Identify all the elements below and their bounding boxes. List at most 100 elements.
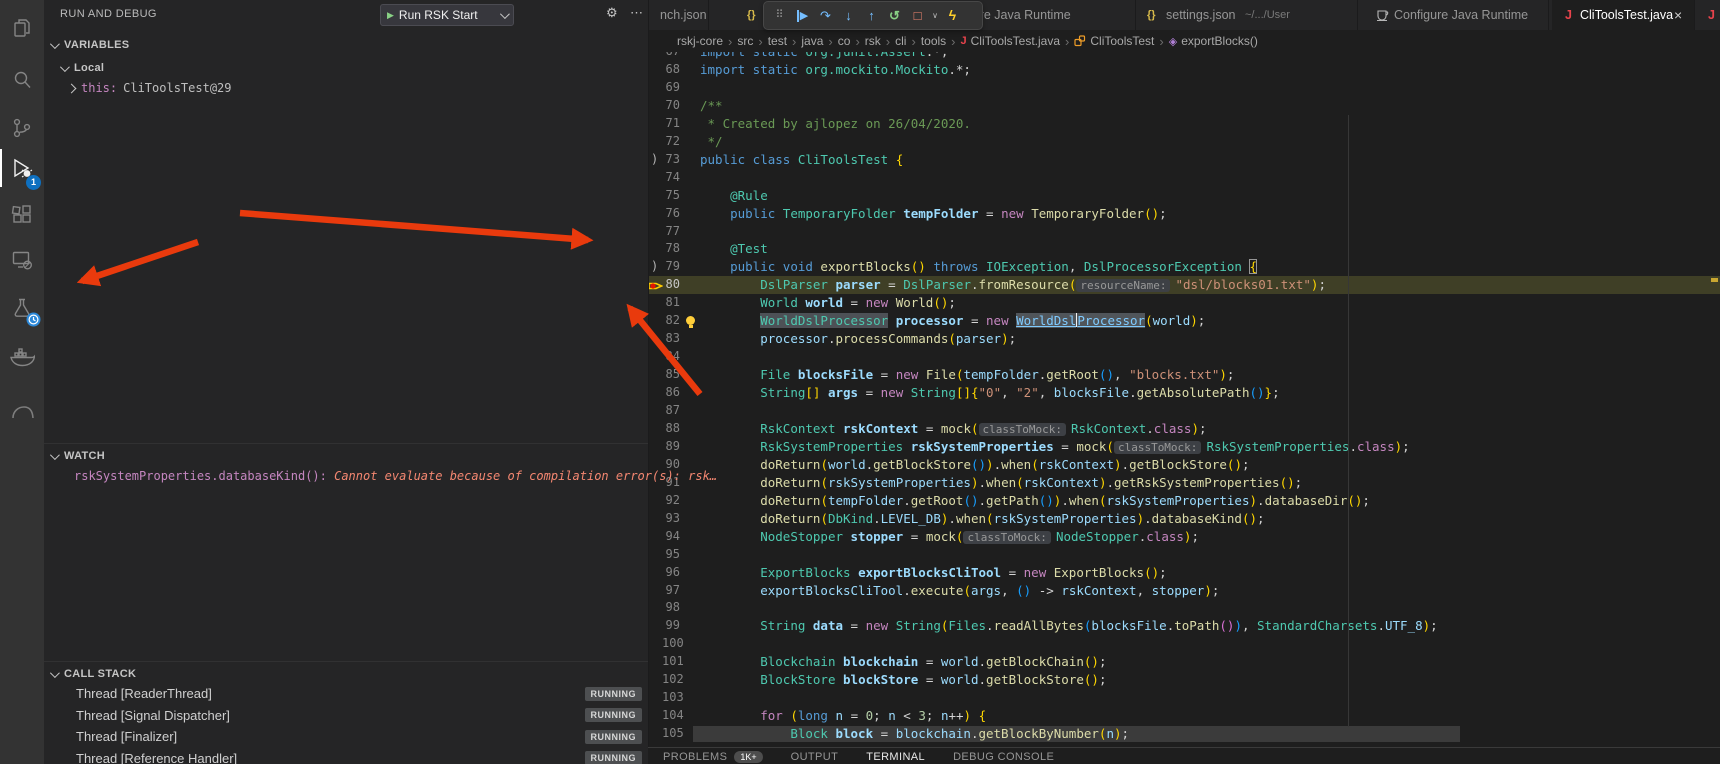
tab-launch-json[interactable]: nch.json	[660, 0, 707, 30]
code-line-84[interactable]: 84	[648, 348, 1720, 366]
restart-button[interactable]: ↺	[884, 3, 905, 28]
code-line-83[interactable]: 83 processor.processCommands(parser);	[648, 330, 1720, 348]
search-icon[interactable]	[0, 56, 44, 104]
line-number[interactable]: 72	[662, 133, 680, 151]
code-line-105[interactable]: 105 Block block = blockchain.getBlockByN…	[648, 725, 1720, 743]
step-out-button[interactable]: ↑	[861, 3, 882, 28]
breadcrumb-item[interactable]: JCliToolsTest.java	[961, 34, 1061, 48]
line-number[interactable]: 98	[662, 599, 680, 617]
code-line-75[interactable]: 75 @Rule	[648, 187, 1720, 205]
continue-button[interactable]: ▶	[792, 2, 813, 29]
code-line-73[interactable]: )73public class CliToolsTest {	[648, 151, 1720, 169]
hot-code-replace-icon[interactable]: ϟ	[942, 3, 963, 28]
code-line-87[interactable]: 87	[648, 402, 1720, 420]
code-line-100[interactable]: 100	[648, 635, 1720, 653]
line-number[interactable]: 96	[662, 564, 680, 582]
json-icon[interactable]: {}	[1147, 0, 1156, 30]
tab-configure-java-runtime[interactable]: Configure Java Runtime	[1394, 0, 1528, 30]
line-number[interactable]: 89	[662, 438, 680, 456]
launch-config-dropdown[interactable]: ▶ Run RSK Start	[380, 4, 514, 26]
tab-clitoolstest-java[interactable]: CliToolsTest.java	[1580, 0, 1673, 30]
line-number[interactable]: 79	[662, 258, 680, 276]
variable-this-row[interactable]: this: CliToolsTest@29	[68, 81, 232, 95]
line-number[interactable]: 76	[662, 205, 680, 223]
line-number[interactable]: 94	[662, 528, 680, 546]
code-line-72[interactable]: 72 */	[648, 133, 1720, 151]
lightbulb-icon[interactable]	[686, 316, 695, 325]
line-number[interactable]: 71	[662, 115, 680, 133]
breadcrumb-item[interactable]: CliToolsTest	[1074, 34, 1154, 48]
line-number[interactable]: 74	[662, 169, 680, 187]
line-number[interactable]: 105	[662, 725, 680, 743]
step-into-button[interactable]: ↓	[838, 3, 859, 28]
code-line-69[interactable]: 69	[648, 79, 1720, 97]
code-line-96[interactable]: 96 ExportBlocks exportBlocksCliTool = ne…	[648, 564, 1720, 582]
variables-scope-local[interactable]: Local	[44, 59, 648, 77]
tab-settings-json[interactable]: settings.json	[1166, 0, 1235, 30]
breadcrumb-item[interactable]: src	[737, 34, 753, 48]
panel-tab-output[interactable]: OUTPUT	[791, 751, 839, 763]
gradle-icon[interactable]	[0, 382, 44, 430]
code-line-78[interactable]: 78 @Test	[648, 240, 1720, 258]
code-line-79[interactable]: )79 public void exportBlocks() throws IO…	[648, 258, 1720, 276]
call-stack-thread-row[interactable]: Thread [Reference Handler]RUNNING	[44, 748, 648, 764]
breadcrumb-item[interactable]: rsk	[865, 34, 881, 48]
line-number[interactable]: 99	[662, 617, 680, 635]
line-number[interactable]: 70	[662, 97, 680, 115]
fold-icon[interactable]: )	[651, 151, 658, 169]
extensions-icon[interactable]	[0, 191, 44, 239]
testing-flask-icon[interactable]	[0, 284, 44, 332]
line-number[interactable]: 88	[662, 420, 680, 438]
code-line-103[interactable]: 103	[648, 689, 1720, 707]
line-number[interactable]: 102	[662, 671, 680, 689]
line-number[interactable]: 100	[662, 635, 680, 653]
watch-section-header[interactable]: WATCH	[44, 447, 648, 465]
breadcrumb-item[interactable]: cli	[895, 34, 906, 48]
line-number[interactable]: 75	[662, 187, 680, 205]
line-number[interactable]: 85	[662, 366, 680, 384]
line-number[interactable]: 69	[662, 79, 680, 97]
code-line-89[interactable]: 89 RskSystemProperties rskSystemProperti…	[648, 438, 1720, 456]
breadcrumb-item[interactable]: co	[838, 34, 851, 48]
line-number[interactable]: 103	[662, 689, 680, 707]
line-number[interactable]: 93	[662, 510, 680, 528]
code-line-95[interactable]: 95	[648, 546, 1720, 564]
code-line-92[interactable]: 92 doReturn(tempFolder.getRoot().getPath…	[648, 492, 1720, 510]
code-line-71[interactable]: 71 * Created by ajlopez on 26/04/2020.	[648, 115, 1720, 133]
line-number[interactable]: 78	[662, 240, 680, 258]
code-line-77[interactable]: 77	[648, 223, 1720, 241]
code-line-101[interactable]: 101 Blockchain blockchain = world.getBlo…	[648, 653, 1720, 671]
docker-icon[interactable]	[0, 332, 44, 380]
code-line-97[interactable]: 97 exportBlocksCliTool.execute(args, () …	[648, 582, 1720, 600]
explorer-icon[interactable]	[0, 4, 44, 52]
code-line-70[interactable]: 70/**	[648, 97, 1720, 115]
breadcrumb-item[interactable]: test	[768, 34, 787, 48]
line-number[interactable]: 87	[662, 402, 680, 420]
code-line-81[interactable]: 81 World world = new World();	[648, 294, 1720, 312]
more-actions-icon[interactable]: ⋯	[630, 5, 643, 21]
variables-section-header[interactable]: VARIABLES	[44, 36, 648, 54]
panel-tab-debug-console[interactable]: DEBUG CONSOLE	[953, 751, 1054, 763]
line-number[interactable]: 82	[662, 312, 680, 330]
code-line-98[interactable]: 98	[648, 599, 1720, 617]
call-stack-thread-row[interactable]: Thread [Finalizer]RUNNING	[44, 726, 648, 748]
line-number[interactable]: 81	[662, 294, 680, 312]
code-line-99[interactable]: 99 String data = new String(Files.readAl…	[648, 617, 1720, 635]
line-number[interactable]: 68	[662, 61, 680, 79]
panel-tab-terminal[interactable]: TERMINAL	[866, 751, 925, 763]
remote-explorer-icon[interactable]	[0, 236, 44, 284]
code-line-91[interactable]: 91 doReturn(rskSystemProperties).when(rs…	[648, 474, 1720, 492]
line-number[interactable]: 73	[662, 151, 680, 169]
code-line-104[interactable]: 104 for (long n = 0; n < 3; n++) {	[648, 707, 1720, 725]
code-line-74[interactable]: 74	[648, 169, 1720, 187]
line-number[interactable]: 83	[662, 330, 680, 348]
code-line-102[interactable]: 102 BlockStore blockStore = world.getBlo…	[648, 671, 1720, 689]
code-line-80[interactable]: 80 DslParser parser = DslParser.fromReso…	[648, 276, 1720, 294]
line-number[interactable]: 95	[662, 546, 680, 564]
line-number[interactable]: 104	[662, 707, 680, 725]
code-line-86[interactable]: 86 String[] args = new String[]{"0", "2"…	[648, 384, 1720, 402]
code-line-85[interactable]: 85 File blocksFile = new File(tempFolder…	[648, 366, 1720, 384]
code-line-68[interactable]: 68import static org.mockito.Mockito.*;	[648, 61, 1720, 79]
fold-icon[interactable]: )	[651, 258, 658, 276]
code-line-93[interactable]: 93 doReturn(DbKind.LEVEL_DB).when(rskSys…	[648, 510, 1720, 528]
